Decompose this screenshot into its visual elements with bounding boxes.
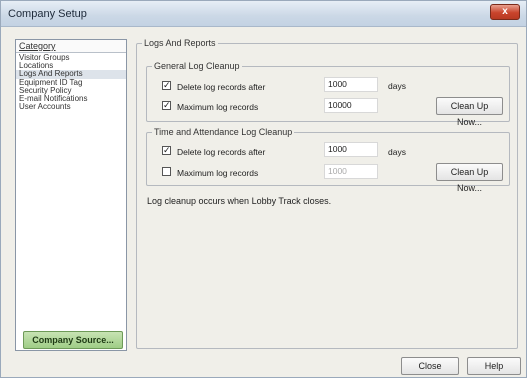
general-clean-up-now-button[interactable]: Clean Up Now... xyxy=(436,97,503,127)
logs-and-reports-group: Logs And Reports General Log Cleanup ✓ D… xyxy=(136,38,518,349)
window-title: Company Setup xyxy=(8,8,87,20)
attendance-delete-label: Delete log records after xyxy=(177,147,266,157)
general-days-unit: days xyxy=(388,81,406,91)
category-list: Visitor Groups Locations Logs And Report… xyxy=(16,53,126,111)
general-max-records-input[interactable]: 10000 xyxy=(324,98,378,113)
check-icon: ✓ xyxy=(163,145,171,155)
attendance-log-cleanup-group: Time and Attendance Log Cleanup ✓ Delete… xyxy=(146,127,510,193)
title-bar[interactable]: Company Setup x xyxy=(1,1,526,27)
general-delete-checkbox[interactable]: ✓ xyxy=(162,81,171,90)
check-icon: ✓ xyxy=(163,100,171,110)
attendance-max-records-input[interactable]: 1000 xyxy=(324,164,378,179)
attendance-delete-checkbox[interactable]: ✓ xyxy=(162,146,171,155)
attendance-delete-days-input[interactable]: 1000 xyxy=(324,142,378,157)
logs-and-reports-title: Logs And Reports xyxy=(142,38,218,48)
attendance-max-label: Maximum log records xyxy=(177,168,259,178)
general-log-cleanup-title: General Log Cleanup xyxy=(152,61,242,71)
attendance-log-cleanup-title: Time and Attendance Log Cleanup xyxy=(152,127,295,137)
attendance-clean-up-now-button[interactable]: Clean Up Now... xyxy=(436,163,503,193)
category-item-user-accounts[interactable]: User Accounts xyxy=(16,102,126,111)
general-delete-label: Delete log records after xyxy=(177,82,266,92)
company-source-button[interactable]: Company Source... xyxy=(23,331,123,349)
help-button[interactable]: Help xyxy=(467,357,521,375)
company-setup-window: Company Setup x Category Visitor Groups … xyxy=(0,0,527,378)
log-cleanup-note: Log cleanup occurs when Lobby Track clos… xyxy=(147,196,332,206)
general-delete-days-input[interactable]: 1000 xyxy=(324,77,378,92)
close-button[interactable]: Close xyxy=(401,357,459,375)
close-icon: x xyxy=(502,6,508,17)
general-max-label: Maximum log records xyxy=(177,102,259,112)
close-window-button[interactable]: x xyxy=(490,4,520,20)
check-icon: ✓ xyxy=(163,80,171,90)
category-list-panel: Category Visitor Groups Locations Logs A… xyxy=(15,39,127,351)
attendance-days-unit: days xyxy=(388,147,406,157)
general-max-checkbox[interactable]: ✓ xyxy=(162,101,171,110)
attendance-max-checkbox[interactable] xyxy=(162,167,171,176)
general-log-cleanup-group: General Log Cleanup ✓ Delete log records… xyxy=(146,61,510,127)
category-column-header[interactable]: Category xyxy=(16,40,126,53)
